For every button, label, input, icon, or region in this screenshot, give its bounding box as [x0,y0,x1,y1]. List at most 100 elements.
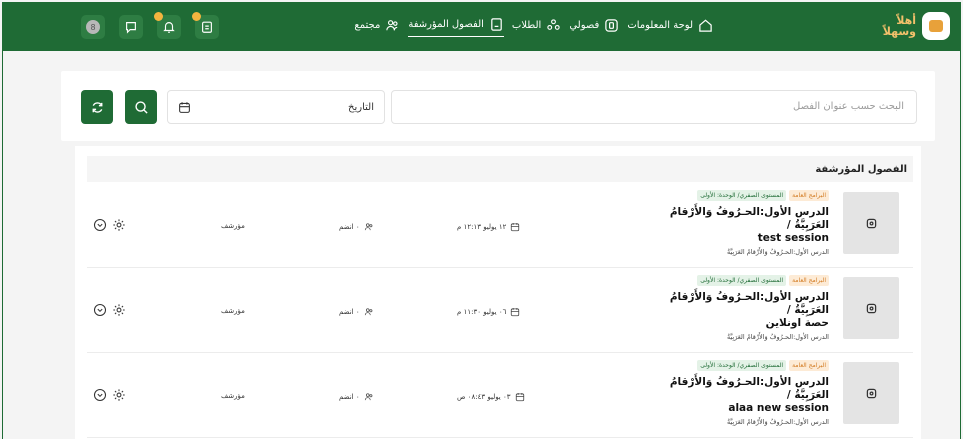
archive-icon [489,17,504,32]
community-icon [385,18,400,33]
nav-item-students[interactable]: الطلاب [512,18,561,37]
nav-item-my-classes[interactable]: فصولي [569,18,619,37]
list-item[interactable]: البرامج العامة المستوى الصفري/ الوحدة: ا… [87,354,913,438]
nav-label: الفصول المؤرشفة [408,19,484,30]
class-info: البرامج العامة المستوى الصفري/ الوحدة: ا… [659,190,829,256]
row-actions [93,218,126,232]
users-icon [364,307,374,317]
notification-badge [154,12,163,21]
date-text: ١٢ يوليو ١٢:١٣ م [457,223,507,231]
archived-classes-list: الفصول المؤرشفة البرامج العامة المستوى ا… [75,146,921,439]
class-title-ar: الدرس الأول:الحـرُوفُ وَالأَرْقامُ العَر… [669,291,829,316]
status-badge: مؤرشف [221,222,245,230]
nav-item-archived-classes[interactable]: الفصول المؤرشفة [408,17,504,37]
expand-chevron-icon[interactable] [93,218,107,232]
class-title-ar: الدرس الأول:الحـرُوفُ وَالأَرْقامُ العَر… [669,206,829,231]
class-title-en: alaa new session [728,402,829,414]
list-item[interactable]: البرامج العامة المستوى الصفري/ الوحدة: ا… [87,269,913,353]
row-actions [93,388,126,402]
class-thumbnail [843,277,899,339]
nav-label: لوحة المعلومات [627,19,693,31]
program-tag: البرامج العامة [789,275,829,286]
chat-button[interactable] [119,15,143,39]
nav-item-dashboard[interactable]: لوحة المعلومات [627,18,713,37]
search-button[interactable] [125,90,157,124]
tags: البرامج العامة المستوى الصفري/ الوحدة: ا… [659,275,829,286]
list-item[interactable]: البرامج العامة المستوى الصفري/ الوحدة: ا… [87,184,913,268]
level-tag: المستوى الصفري/ الوحدة: الأولى [697,190,787,201]
list-heading: الفصول المؤرشفة [87,156,913,182]
refresh-button[interactable] [81,90,113,124]
app-frame: أهلاً وسهلاً لوحة المعلومات فصولي الطلاب… [2,2,961,439]
settings-gear-icon[interactable] [112,218,126,232]
image-placeholder-icon [866,303,877,314]
calendar-icon [178,101,191,114]
tags: البرامج العامة المستوى الصفري/ الوحدة: ا… [659,190,829,201]
logo-mark-icon [922,12,950,40]
date-filter-label: التاريخ [348,102,374,113]
class-subtitle: الدرس الأول:الحـرُوفُ وَالأَرْقامُ العَر… [726,333,829,341]
tags: البرامج العامة المستوى الصفري/ الوحدة: ا… [659,360,829,371]
nav-item-community[interactable]: مجتمع [354,18,400,37]
expand-chevron-icon[interactable] [93,303,107,317]
joined-text: ٠ انضم [339,393,360,401]
class-date: ٠٦ يوليو ١١:٣٠ م [457,307,520,317]
profile-button[interactable]: 8 [81,15,105,39]
program-tag: البرامج العامة [789,190,829,201]
date-text: ٠٣ يوليو ٠٨:٤٣ ص [457,393,511,401]
class-info: البرامج العامة المستوى الصفري/ الوحدة: ا… [659,360,829,426]
class-subtitle: الدرس الأول:الحـرُوفُ وَالأَرْقامُ العَر… [726,418,829,426]
bell-icon [162,20,176,34]
date-filter[interactable]: التاريخ [167,90,385,124]
class-date: ٠٣ يوليو ٠٨:٤٣ ص [457,392,525,402]
joined-count: ٠ انضم [339,307,374,317]
search-icon [134,100,149,115]
class-title[interactable]: الدرس الأول:الحـرُوفُ وَالأَرْقامُ العَر… [659,291,829,330]
joined-count: ٠ انضم [339,392,374,402]
class-subtitle: الدرس الأول:الحـرُوفُ وَالأَرْقامُ العَر… [726,248,829,256]
class-thumbnail [843,192,899,254]
class-title[interactable]: الدرس الأول:الحـرُوفُ وَالأَرْقامُ العَر… [659,376,829,415]
search-input[interactable]: البحث حسب عنوان الفصل [391,90,917,124]
users-icon [364,392,374,402]
status-badge: مؤرشف [221,307,245,315]
tasks-badge [192,12,201,21]
class-title-en: حصة اونلاين [765,317,829,329]
calendar-icon [510,222,520,232]
nav-label: الطلاب [511,19,542,31]
refresh-icon [90,100,105,115]
main-nav: لوحة المعلومات فصولي الطلاب الفصول المؤر… [354,17,713,37]
class-icon [604,18,619,33]
calendar-icon [515,392,525,402]
top-navbar: أهلاً وسهلاً لوحة المعلومات فصولي الطلاب… [3,3,960,51]
class-title[interactable]: الدرس الأول:الحـرُوفُ وَالأَرْقامُ العَر… [659,206,829,245]
joined-count: ٠ انضم [339,222,374,232]
tasks-button[interactable] [192,12,219,39]
notifications-button[interactable] [154,12,181,39]
logo-text: أهلاً وسهلاً [883,15,916,37]
nav-label: فصولي [569,19,600,31]
home-icon [698,18,713,33]
students-icon [546,18,561,33]
users-icon [364,222,374,232]
chat-icon [124,20,138,34]
nav-label: مجتمع [354,19,381,31]
logo[interactable]: أهلاً وسهلاً [883,12,950,40]
class-title-ar: الدرس الأول:الحـرُوفُ وَالأَرْقامُ العَر… [669,376,829,401]
class-date: ١٢ يوليو ١٢:١٣ م [457,222,520,232]
class-info: البرامج العامة المستوى الصفري/ الوحدة: ا… [659,275,829,341]
filter-bar: البحث حسب عنوان الفصل التاريخ [61,71,935,141]
class-thumbnail [843,362,899,424]
row-actions [93,303,126,317]
image-placeholder-icon [866,388,877,399]
avatar: 8 [86,20,100,34]
expand-chevron-icon[interactable] [93,388,107,402]
logo-text-bottom: وسهلاً [882,25,916,38]
date-text: ٠٦ يوليو ١١:٣٠ م [457,308,507,316]
image-placeholder-icon [866,218,877,229]
status-badge: مؤرشف [221,392,245,400]
settings-gear-icon[interactable] [112,303,126,317]
settings-gear-icon[interactable] [112,388,126,402]
header-actions: 8 [81,12,219,39]
joined-text: ٠ انضم [339,223,360,231]
